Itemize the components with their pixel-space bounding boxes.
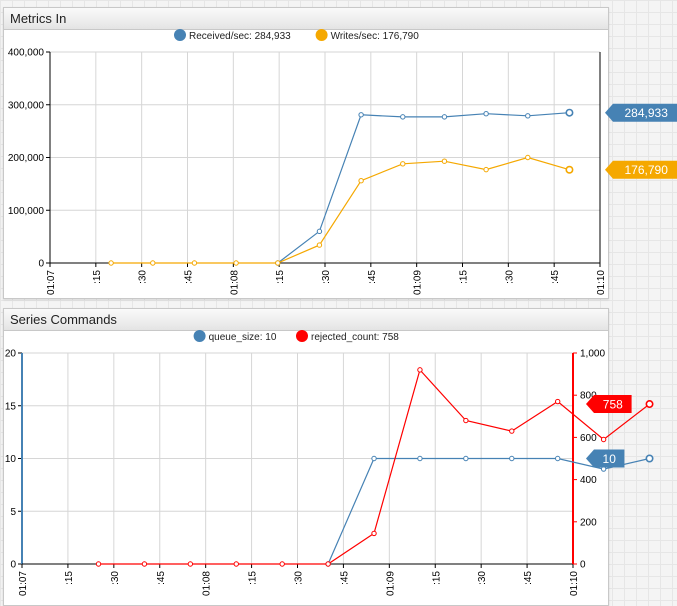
y-tick-label: 0 [10,560,16,571]
legend-label: Writes/sec: 176,790 [331,31,420,42]
value-badge-label: 284,933 [625,106,669,120]
y-tick-label: 400,000 [8,48,45,59]
data-point[interactable] [371,455,377,462]
y2-tick-label: 1,000 [580,349,605,360]
data-point[interactable] [95,561,102,567]
x-tick-label: 01:09 [385,571,396,596]
x-tick-label: :45 [367,270,378,284]
x-tick-label: 01:08 [202,571,213,596]
y-tick-label: 200,000 [8,153,45,164]
data-point[interactable] [600,436,607,443]
legend-marker-queue-size[interactable] [193,330,206,342]
y-tick-label: 100,000 [8,206,45,217]
data-point[interactable] [565,108,574,117]
data-point[interactable] [554,398,561,405]
x-tick-label: :15 [92,270,103,284]
data-point[interactable] [316,242,323,248]
legend-marker-received-sec[interactable] [174,29,186,41]
data-point[interactable] [645,454,654,463]
legend-label: queue_size: 10 [209,332,277,343]
data-point[interactable] [275,260,281,266]
data-point[interactable] [187,561,194,567]
data-point[interactable] [525,113,531,119]
value-badge-label: 758 [603,398,623,412]
data-point[interactable] [316,228,323,235]
data-point[interactable] [645,400,654,409]
y2-tick-label: 400 [580,475,597,486]
data-point[interactable] [441,158,448,164]
data-point[interactable] [400,161,406,167]
y2-tick-label: 200 [580,517,597,528]
x-tick-label: :15 [248,571,259,585]
data-point[interactable] [565,165,574,174]
charts-canvas: 0 100,000 200,000 300,000 400,000 01:07 :15 :30… [5,29,677,596]
x-tick-label: :15 [459,270,470,284]
x-tick-label: :45 [156,571,167,585]
data-point[interactable] [400,114,406,120]
y-tick-label: 15 [5,401,17,412]
value-badge-label: 10 [603,452,617,466]
data-point[interactable] [108,260,114,266]
data-point[interactable] [509,428,515,434]
y-tick-label: 20 [5,349,17,360]
x-tick-label: :30 [294,571,305,585]
data-point[interactable] [441,114,448,120]
data-point[interactable] [483,166,489,173]
series-line-received-sec [277,112,570,264]
y2-tick-label: 600 [580,433,597,444]
x-tick-label: :45 [184,270,195,284]
x-tick-label: 01:10 [596,270,607,295]
x-tick-label: :15 [275,270,286,284]
data-point[interactable] [325,561,331,567]
x-tick-label: 01:10 [569,571,580,596]
data-point[interactable] [417,455,423,462]
x-tick-label: :15 [431,571,442,585]
x-tick-label: :45 [339,571,350,585]
x-tick-label: :45 [523,571,534,585]
data-point[interactable] [191,260,198,266]
data-point[interactable] [525,154,531,161]
legend-marker-writes-sec[interactable] [315,29,328,41]
data-point[interactable] [417,367,423,373]
legend-marker-rejected-count[interactable] [296,330,308,342]
value-badge-label: 176,790 [625,163,669,177]
data-point[interactable] [463,455,469,462]
x-tick-label: :45 [550,270,561,284]
y-tick-label: 300,000 [8,100,45,111]
x-tick-label: :15 [64,571,75,585]
data-point[interactable] [279,561,285,567]
legend-label: Received/sec: 284,933 [189,31,291,42]
data-point[interactable] [600,466,607,472]
x-tick-label: :30 [321,270,332,284]
y-tick-label: 0 [38,259,44,270]
data-point[interactable] [233,561,239,567]
data-point[interactable] [358,112,364,118]
data-point[interactable] [150,260,156,266]
data-point[interactable] [371,530,377,537]
x-tick-label: 01:09 [413,270,424,295]
legend-label: rejected_count: 758 [311,332,399,343]
data-point[interactable] [141,561,148,567]
x-tick-label: 01:08 [229,270,240,295]
data-point[interactable] [483,111,489,117]
x-tick-label: :30 [110,571,121,585]
x-tick-label: :30 [477,571,488,585]
x-tick-label: 01:07 [18,571,29,596]
x-tick-label: :30 [138,270,149,284]
data-point[interactable] [509,455,515,462]
data-point[interactable] [554,455,561,462]
x-tick-label: :30 [504,270,515,284]
data-point[interactable] [358,178,364,184]
x-tick-label: 01:07 [46,270,57,295]
data-point[interactable] [233,260,239,266]
data-point[interactable] [463,417,469,424]
y-tick-label: 5 [10,507,16,518]
y2-tick-label: 0 [580,560,586,571]
y-tick-label: 10 [5,454,17,465]
